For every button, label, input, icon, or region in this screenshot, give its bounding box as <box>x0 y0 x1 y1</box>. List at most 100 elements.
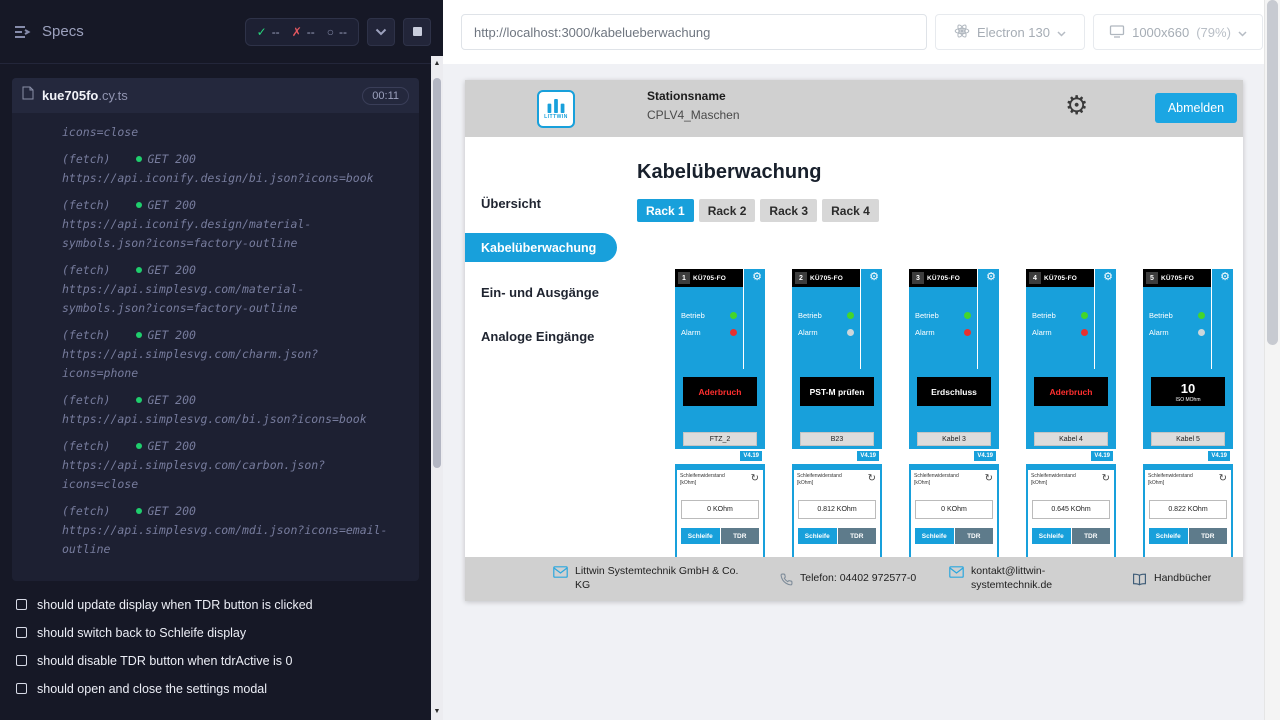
test-item[interactable]: should disable TDR button when tdrActive… <box>16 647 429 675</box>
spec-header[interactable]: kue705fo.cy.ts 00:11 <box>12 78 419 113</box>
specs-menu-icon[interactable] <box>12 22 32 42</box>
specs-label[interactable]: Specs <box>42 23 84 40</box>
version-badge: V4.19 <box>857 451 879 461</box>
log-command: (fetch) <box>62 439 110 453</box>
schleife-button[interactable]: Schleife <box>915 528 954 544</box>
scroll-down-icon[interactable]: ▼ <box>431 706 443 718</box>
station-name: CPLV4_Maschen <box>647 108 740 122</box>
betrieb-led <box>964 312 971 319</box>
log-entry[interactable]: (fetch)GET 200 https://api.simplesvg.com… <box>62 326 409 383</box>
test-item[interactable]: should switch back to Schleife display <box>16 619 429 647</box>
stop-button[interactable] <box>403 18 431 46</box>
measurement-panel: Schleifenwiderstand [kOhm] ↻ 0 KOhm Schl… <box>677 470 763 569</box>
card-settings-icon[interactable]: ⚙ <box>752 270 762 285</box>
page-scrollbar[interactable] <box>1264 0 1280 720</box>
test-item[interactable]: should open and close the settings modal <box>16 675 429 703</box>
app-preview: LITTWIN Stationsname CPLV4_Maschen ⚙ Abm… <box>465 80 1243 601</box>
refresh-icon[interactable]: ↻ <box>1102 473 1110 484</box>
schleife-button[interactable]: Schleife <box>681 528 720 544</box>
footer-email[interactable]: kontakt@littwin-systemtechnik.de <box>949 565 1106 592</box>
card-model-label: KÜ705-FO <box>693 275 726 282</box>
version-badge: V4.19 <box>974 451 996 461</box>
collapse-button[interactable] <box>367 18 395 46</box>
tab-rack-1[interactable]: Rack 1 <box>637 199 694 222</box>
version-row: V4.19 <box>1026 449 1116 464</box>
footer-manuals-text: Handbücher <box>1154 572 1211 586</box>
led-row-alarm: Alarm <box>915 328 971 337</box>
page-scrollbar-thumb[interactable] <box>1267 0 1278 345</box>
app-header: LITTWIN Stationsname CPLV4_Maschen ⚙ Abm… <box>465 80 1243 137</box>
status-text: PST-M prüfen <box>810 387 865 397</box>
log-command: (fetch) <box>62 263 110 277</box>
alarm-led <box>847 329 854 336</box>
runner-scrollbar[interactable]: ▲ ▼ <box>431 56 443 720</box>
littwin-logo: LITTWIN <box>537 90 575 128</box>
refresh-icon[interactable]: ↻ <box>868 473 876 484</box>
viewport-zoom: (79%) <box>1196 25 1231 40</box>
schleife-button[interactable]: Schleife <box>1149 528 1188 544</box>
status-dot-icon <box>136 443 142 449</box>
led-row-betrieb: Betrieb <box>681 311 737 320</box>
tab-rack-4[interactable]: Rack 4 <box>822 199 879 222</box>
log-entry[interactable]: (fetch)GET 200 https://api.simplesvg.com… <box>62 437 409 494</box>
sidebar-item-uebersicht[interactable]: Übersicht <box>465 181 617 225</box>
file-icon <box>22 86 34 105</box>
log-entry[interactable]: (fetch)GET 200 https://api.iconify.desig… <box>62 196 409 253</box>
runner-scrollbar-thumb[interactable] <box>433 78 441 468</box>
refresh-icon[interactable]: ↻ <box>985 473 993 484</box>
card-settings-icon[interactable]: ⚙ <box>869 270 879 285</box>
footer-email-text: kontakt@littwin-systemtechnik.de <box>971 565 1106 592</box>
schleife-button[interactable]: Schleife <box>798 528 837 544</box>
log-entry[interactable]: (fetch)GET 200 https://api.simplesvg.com… <box>62 391 409 429</box>
log-entry[interactable]: (fetch)GET 200 https://api.simplesvg.com… <box>62 261 409 318</box>
phone-icon <box>780 573 793 586</box>
card-model-label: KÜ705-FO <box>927 275 960 282</box>
tdr-button[interactable]: TDR <box>1189 528 1228 544</box>
refresh-icon[interactable]: ↻ <box>751 473 759 484</box>
scroll-up-icon[interactable]: ▲ <box>431 58 443 70</box>
log-url-line[interactable]: icons=close <box>62 123 409 142</box>
tdr-button[interactable]: TDR <box>721 528 760 544</box>
tab-rack-2[interactable]: Rack 2 <box>699 199 756 222</box>
chevron-down-icon <box>1057 25 1066 40</box>
refresh-icon[interactable]: ↻ <box>1219 473 1227 484</box>
url-input[interactable] <box>461 14 927 50</box>
book-icon <box>1132 573 1147 586</box>
viewport-select[interactable]: 1000x660 (79%) <box>1093 14 1263 50</box>
status-sub-text: ISO MOhm <box>1175 397 1200 403</box>
sidebar-item-kabelueberwachung[interactable]: Kabelüberwachung <box>465 233 617 262</box>
device-card: 1 KÜ705-FO ⚙ Betrieb Alarm Aderbruch FTZ… <box>675 269 765 569</box>
betrieb-label: Betrieb <box>1149 311 1173 320</box>
test-checkbox-icon <box>16 655 27 666</box>
measurement-label: Schleifenwiderstand [kOhm] <box>680 473 736 486</box>
mail-icon <box>949 566 964 578</box>
card-settings-icon[interactable]: ⚙ <box>1220 270 1230 285</box>
browser-select[interactable]: Electron 130 <box>935 14 1085 50</box>
settings-gear-icon[interactable]: ⚙ <box>1065 92 1088 118</box>
tdr-button[interactable]: TDR <box>1072 528 1111 544</box>
measurement-value: 0 KOhm <box>915 500 993 519</box>
measurement-value: 0 KOhm <box>681 500 759 519</box>
status-dot-icon <box>136 397 142 403</box>
version-row: V4.19 <box>1143 449 1233 464</box>
status-dot-icon <box>136 202 142 208</box>
logout-button[interactable]: Abmelden <box>1155 93 1237 123</box>
log-entry[interactable]: (fetch)GET 200 https://api.iconify.desig… <box>62 150 409 188</box>
card-buttons: Schleife TDR <box>1032 528 1110 544</box>
card-settings-icon[interactable]: ⚙ <box>986 270 996 285</box>
schleife-button[interactable]: Schleife <box>1032 528 1071 544</box>
tdr-button[interactable]: TDR <box>838 528 877 544</box>
sidebar-item-analoge-eingaenge[interactable]: Analoge Eingänge <box>465 314 617 358</box>
card-header: 5 KÜ705-FO <box>1143 269 1211 287</box>
log-entry[interactable]: (fetch)GET 200 https://api.simplesvg.com… <box>62 502 409 559</box>
tab-rack-3[interactable]: Rack 3 <box>760 199 817 222</box>
test-item[interactable]: should update display when TDR button is… <box>16 591 429 619</box>
tdr-button[interactable]: TDR <box>955 528 994 544</box>
log-command: (fetch) <box>62 198 110 212</box>
card-settings-icon[interactable]: ⚙ <box>1103 270 1113 285</box>
pending-circle-icon: ○ <box>327 25 334 39</box>
footer-manuals[interactable]: Handbücher <box>1132 572 1211 586</box>
alarm-label: Alarm <box>798 328 818 337</box>
sidebar-item-ein-und-ausgaenge[interactable]: Ein- und Ausgänge <box>465 270 617 314</box>
status-display: Aderbruch <box>683 377 757 406</box>
